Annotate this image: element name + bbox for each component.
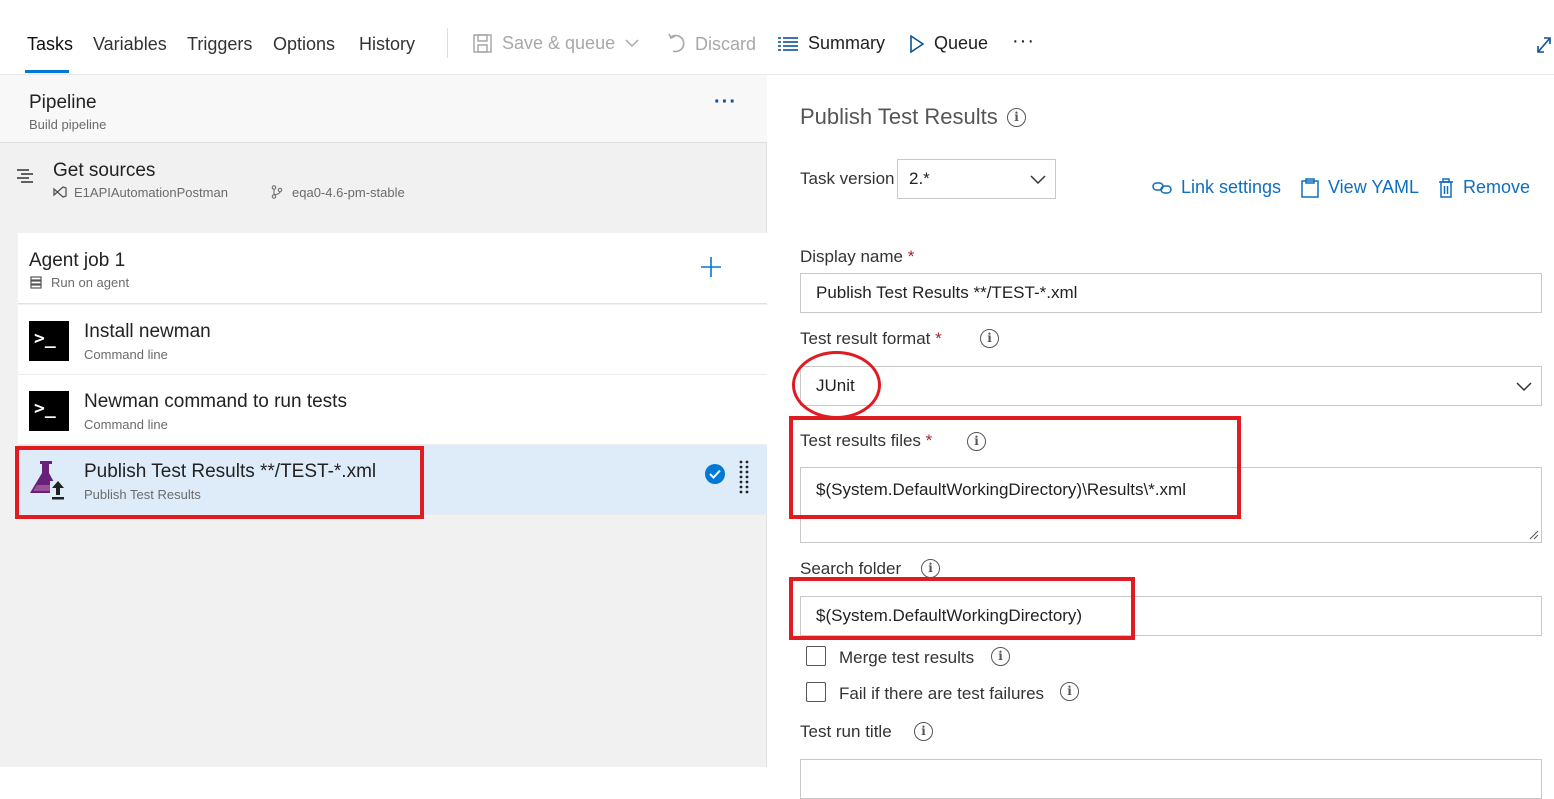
annotation-circle: [792, 351, 881, 419]
chevron-down-icon: [1516, 382, 1532, 392]
command-line-icon: >_: [29, 321, 69, 361]
tab-options[interactable]: Options: [273, 34, 335, 55]
save-queue-label: Save & queue: [502, 33, 616, 53]
tab-variables[interactable]: Variables: [93, 34, 167, 55]
repo-name: E1APIAutomationPostman: [74, 185, 228, 200]
discard-button[interactable]: Discard: [667, 33, 756, 55]
task-version-label: Task version: [800, 169, 895, 188]
annotation-rect: [15, 446, 424, 519]
remove-button[interactable]: Remove: [1438, 177, 1530, 198]
task-version-value: 2.*: [909, 169, 930, 188]
required-mark: *: [935, 329, 942, 348]
info-icon[interactable]: i: [914, 722, 933, 741]
chevron-down-icon: [1030, 175, 1046, 185]
pipeline-subtitle: Build pipeline: [29, 117, 107, 132]
format-label: Test result format *: [800, 329, 942, 348]
drag-handle-icon[interactable]: [738, 460, 750, 496]
get-sources-title: Get sources: [53, 160, 156, 181]
details-title: Publish Test Results: [800, 104, 998, 129]
summary-button[interactable]: Summary: [778, 33, 885, 54]
fail-on-failures-checkbox[interactable]: [806, 682, 826, 702]
command-line-icon: >_: [29, 391, 69, 431]
branch-name: eqa0-4.6-pm-stable: [292, 185, 405, 200]
active-tab-indicator: [25, 70, 69, 73]
link-settings-button[interactable]: Link settings: [1152, 177, 1281, 198]
display-name-label: Display name *: [800, 247, 915, 266]
annotation-rect: [789, 577, 1135, 640]
chevron-down-icon: [625, 39, 639, 48]
run-title-label: Test run title: [800, 722, 892, 741]
task-title: Install newman: [84, 321, 211, 342]
undo-icon: [668, 33, 685, 53]
expand-icon[interactable]: [1536, 36, 1552, 54]
sources-icon: [17, 169, 33, 183]
link-icon: [1152, 181, 1172, 194]
checkmark-circle-icon: [705, 464, 725, 484]
queue-button[interactable]: Queue: [910, 33, 988, 54]
server-icon: [30, 276, 42, 289]
task-list-pane: Pipeline Build pipeline ··· Get sources …: [0, 75, 767, 767]
annotation-rect: [789, 416, 1241, 519]
task-title: Newman command to run tests: [84, 391, 347, 412]
save-icon: [473, 34, 492, 53]
view-yaml-button[interactable]: View YAML: [1301, 177, 1419, 198]
list-icon: [778, 36, 798, 51]
required-mark: *: [907, 247, 915, 266]
task-details-pane: Publish Test Results i Link settings Vie…: [768, 75, 1554, 799]
info-icon[interactable]: i: [921, 559, 940, 578]
clipboard-icon: [1301, 177, 1319, 198]
view-yaml-label: View YAML: [1328, 177, 1420, 197]
task-subtitle: Command line: [84, 417, 168, 432]
pipeline-header[interactable]: Pipeline Build pipeline ···: [0, 75, 767, 143]
task-row[interactable]: >_ Install newman Command line: [18, 305, 767, 375]
branch-icon: [271, 185, 283, 199]
top-toolbar: Tasks Variables Triggers Options History…: [0, 0, 1554, 75]
display-name-input[interactable]: Publish Test Results **/TEST-*.xml: [800, 273, 1542, 313]
info-icon[interactable]: i: [980, 329, 999, 348]
pipeline-title: Pipeline: [29, 92, 97, 113]
toolbar-divider: [447, 28, 448, 58]
search-folder-label: Search folder: [800, 559, 902, 578]
link-settings-label: Link settings: [1181, 177, 1282, 197]
merge-results-label: Merge test results: [839, 648, 975, 667]
tab-tasks[interactable]: Tasks: [27, 34, 73, 55]
info-icon[interactable]: i: [991, 647, 1010, 666]
agent-job-title: Agent job 1: [29, 250, 126, 271]
discard-label: Discard: [695, 33, 757, 54]
visual-studio-icon: [53, 186, 67, 198]
agent-job-subtitle: Run on agent: [51, 275, 130, 290]
pipeline-more-button[interactable]: ···: [714, 91, 737, 114]
resize-handle-icon[interactable]: [1529, 530, 1539, 540]
get-sources-row[interactable]: Get sources E1APIAutomationPostman eqa0-…: [0, 144, 767, 228]
task-row[interactable]: >_ Newman command to run tests Command l…: [18, 375, 767, 445]
remove-label: Remove: [1463, 177, 1531, 197]
summary-label: Summary: [808, 33, 886, 53]
run-title-input[interactable]: [800, 759, 1542, 799]
format-select[interactable]: JUnit: [800, 366, 1542, 406]
task-subtitle: Command line: [84, 347, 168, 362]
agent-job-header[interactable]: Agent job 1 Run on agent: [18, 233, 767, 304]
queue-label: Queue: [934, 33, 989, 53]
add-task-icon[interactable]: [700, 256, 722, 278]
info-icon[interactable]: i: [1007, 108, 1026, 127]
info-icon[interactable]: i: [1060, 682, 1079, 701]
merge-results-checkbox[interactable]: [806, 646, 826, 666]
tab-history[interactable]: History: [359, 34, 415, 55]
save-queue-button[interactable]: Save & queue: [473, 33, 639, 54]
task-version-select[interactable]: 2.*: [897, 159, 1056, 199]
trash-icon: [1439, 177, 1453, 198]
more-actions-button[interactable]: ···: [1012, 30, 1035, 53]
tab-triggers[interactable]: Triggers: [187, 34, 252, 55]
fail-on-failures-label: Fail if there are test failures: [839, 684, 1045, 703]
play-icon: [910, 34, 924, 53]
display-name-value: Publish Test Results **/TEST-*.xml: [816, 283, 1078, 302]
